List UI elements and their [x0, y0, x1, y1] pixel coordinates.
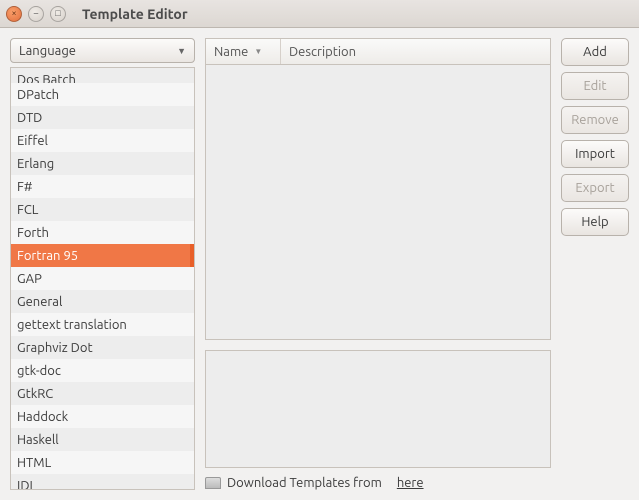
download-row: Download Templates from here — [205, 476, 551, 490]
language-item-label: DPatch — [17, 88, 59, 102]
language-item[interactable]: General — [11, 290, 194, 313]
language-item-label: Haskell — [17, 433, 59, 447]
language-item[interactable]: gettext translation — [11, 313, 194, 336]
table-header: Name ▼ Description — [206, 39, 550, 65]
language-item-label: GtkRC — [17, 387, 53, 401]
language-dropdown[interactable]: Language ▼ — [10, 38, 195, 63]
export-button: Export — [561, 174, 629, 202]
language-item[interactable]: Dos Batch — [11, 68, 194, 83]
column-name-label: Name — [214, 45, 248, 59]
language-item[interactable]: DTD — [11, 106, 194, 129]
language-item-label: IDL — [17, 479, 36, 491]
language-item[interactable]: Forth — [11, 221, 194, 244]
minimize-icon[interactable]: – — [28, 6, 44, 22]
close-icon[interactable]: × — [6, 6, 22, 22]
language-item[interactable]: Erlang — [11, 152, 194, 175]
import-button[interactable]: Import — [561, 140, 629, 168]
templates-table[interactable]: Name ▼ Description — [205, 38, 551, 340]
language-item[interactable]: Fortran 95 — [11, 244, 194, 267]
language-item[interactable]: GAP — [11, 267, 194, 290]
language-item-label: Haddock — [17, 410, 68, 424]
language-item[interactable]: Graphviz Dot — [11, 336, 194, 359]
column-name[interactable]: Name ▼ — [206, 39, 281, 64]
language-dropdown-label: Language — [19, 44, 76, 58]
content: Language ▼ Dos Batch DPatch DTD Eiffel Erlan… — [0, 28, 639, 500]
center-column: Name ▼ Description Download Templates fr… — [205, 38, 551, 490]
window-title: Template Editor — [82, 6, 188, 22]
edit-button: Edit — [561, 72, 629, 100]
language-item-label: Forth — [17, 226, 49, 240]
column-description[interactable]: Description — [281, 39, 550, 64]
language-item[interactable]: gtk-doc — [11, 359, 194, 382]
language-item[interactable]: DPatch — [11, 83, 194, 106]
language-item-label: gettext translation — [17, 318, 127, 332]
disk-icon — [205, 477, 221, 489]
language-item-label: DTD — [17, 111, 42, 125]
language-item-label: Dos Batch — [17, 73, 76, 83]
language-item-label: Erlang — [17, 157, 54, 171]
help-button[interactable]: Help — [561, 208, 629, 236]
language-item-label: Eiffel — [17, 134, 48, 148]
download-text: Download Templates from — [227, 476, 382, 490]
left-column: Language ▼ Dos Batch DPatch DTD Eiffel Erlan… — [10, 38, 195, 490]
language-item-label: Fortran 95 — [17, 249, 78, 263]
language-item[interactable]: F# — [11, 175, 194, 198]
chevron-down-icon: ▼ — [177, 46, 186, 56]
language-item[interactable]: Eiffel — [11, 129, 194, 152]
language-item-label: gtk-doc — [17, 364, 61, 378]
language-item-label: HTML — [17, 456, 51, 470]
right-column: Add Edit Remove Import Export Help — [561, 38, 629, 490]
maximize-icon[interactable]: □ — [50, 6, 66, 22]
language-item[interactable]: Haddock — [11, 405, 194, 428]
language-item-label: F# — [17, 180, 32, 194]
language-item[interactable]: Haskell — [11, 428, 194, 451]
download-link[interactable]: here — [397, 476, 424, 490]
language-item[interactable]: IDL — [11, 474, 194, 490]
language-item[interactable]: HTML — [11, 451, 194, 474]
titlebar: × – □ Template Editor — [0, 0, 639, 28]
language-item[interactable]: GtkRC — [11, 382, 194, 405]
language-item-label: General — [17, 295, 62, 309]
preview-area — [205, 350, 551, 468]
language-item-label: FCL — [17, 203, 38, 217]
column-description-label: Description — [289, 45, 356, 59]
remove-button: Remove — [561, 106, 629, 134]
sort-down-icon: ▼ — [254, 47, 262, 56]
language-item-label: Graphviz Dot — [17, 341, 93, 355]
language-item-label: GAP — [17, 272, 42, 286]
add-button[interactable]: Add — [561, 38, 629, 66]
language-item[interactable]: FCL — [11, 198, 194, 221]
language-list[interactable]: Dos Batch DPatch DTD Eiffel Erlang F# FCL Forth… — [10, 67, 195, 490]
